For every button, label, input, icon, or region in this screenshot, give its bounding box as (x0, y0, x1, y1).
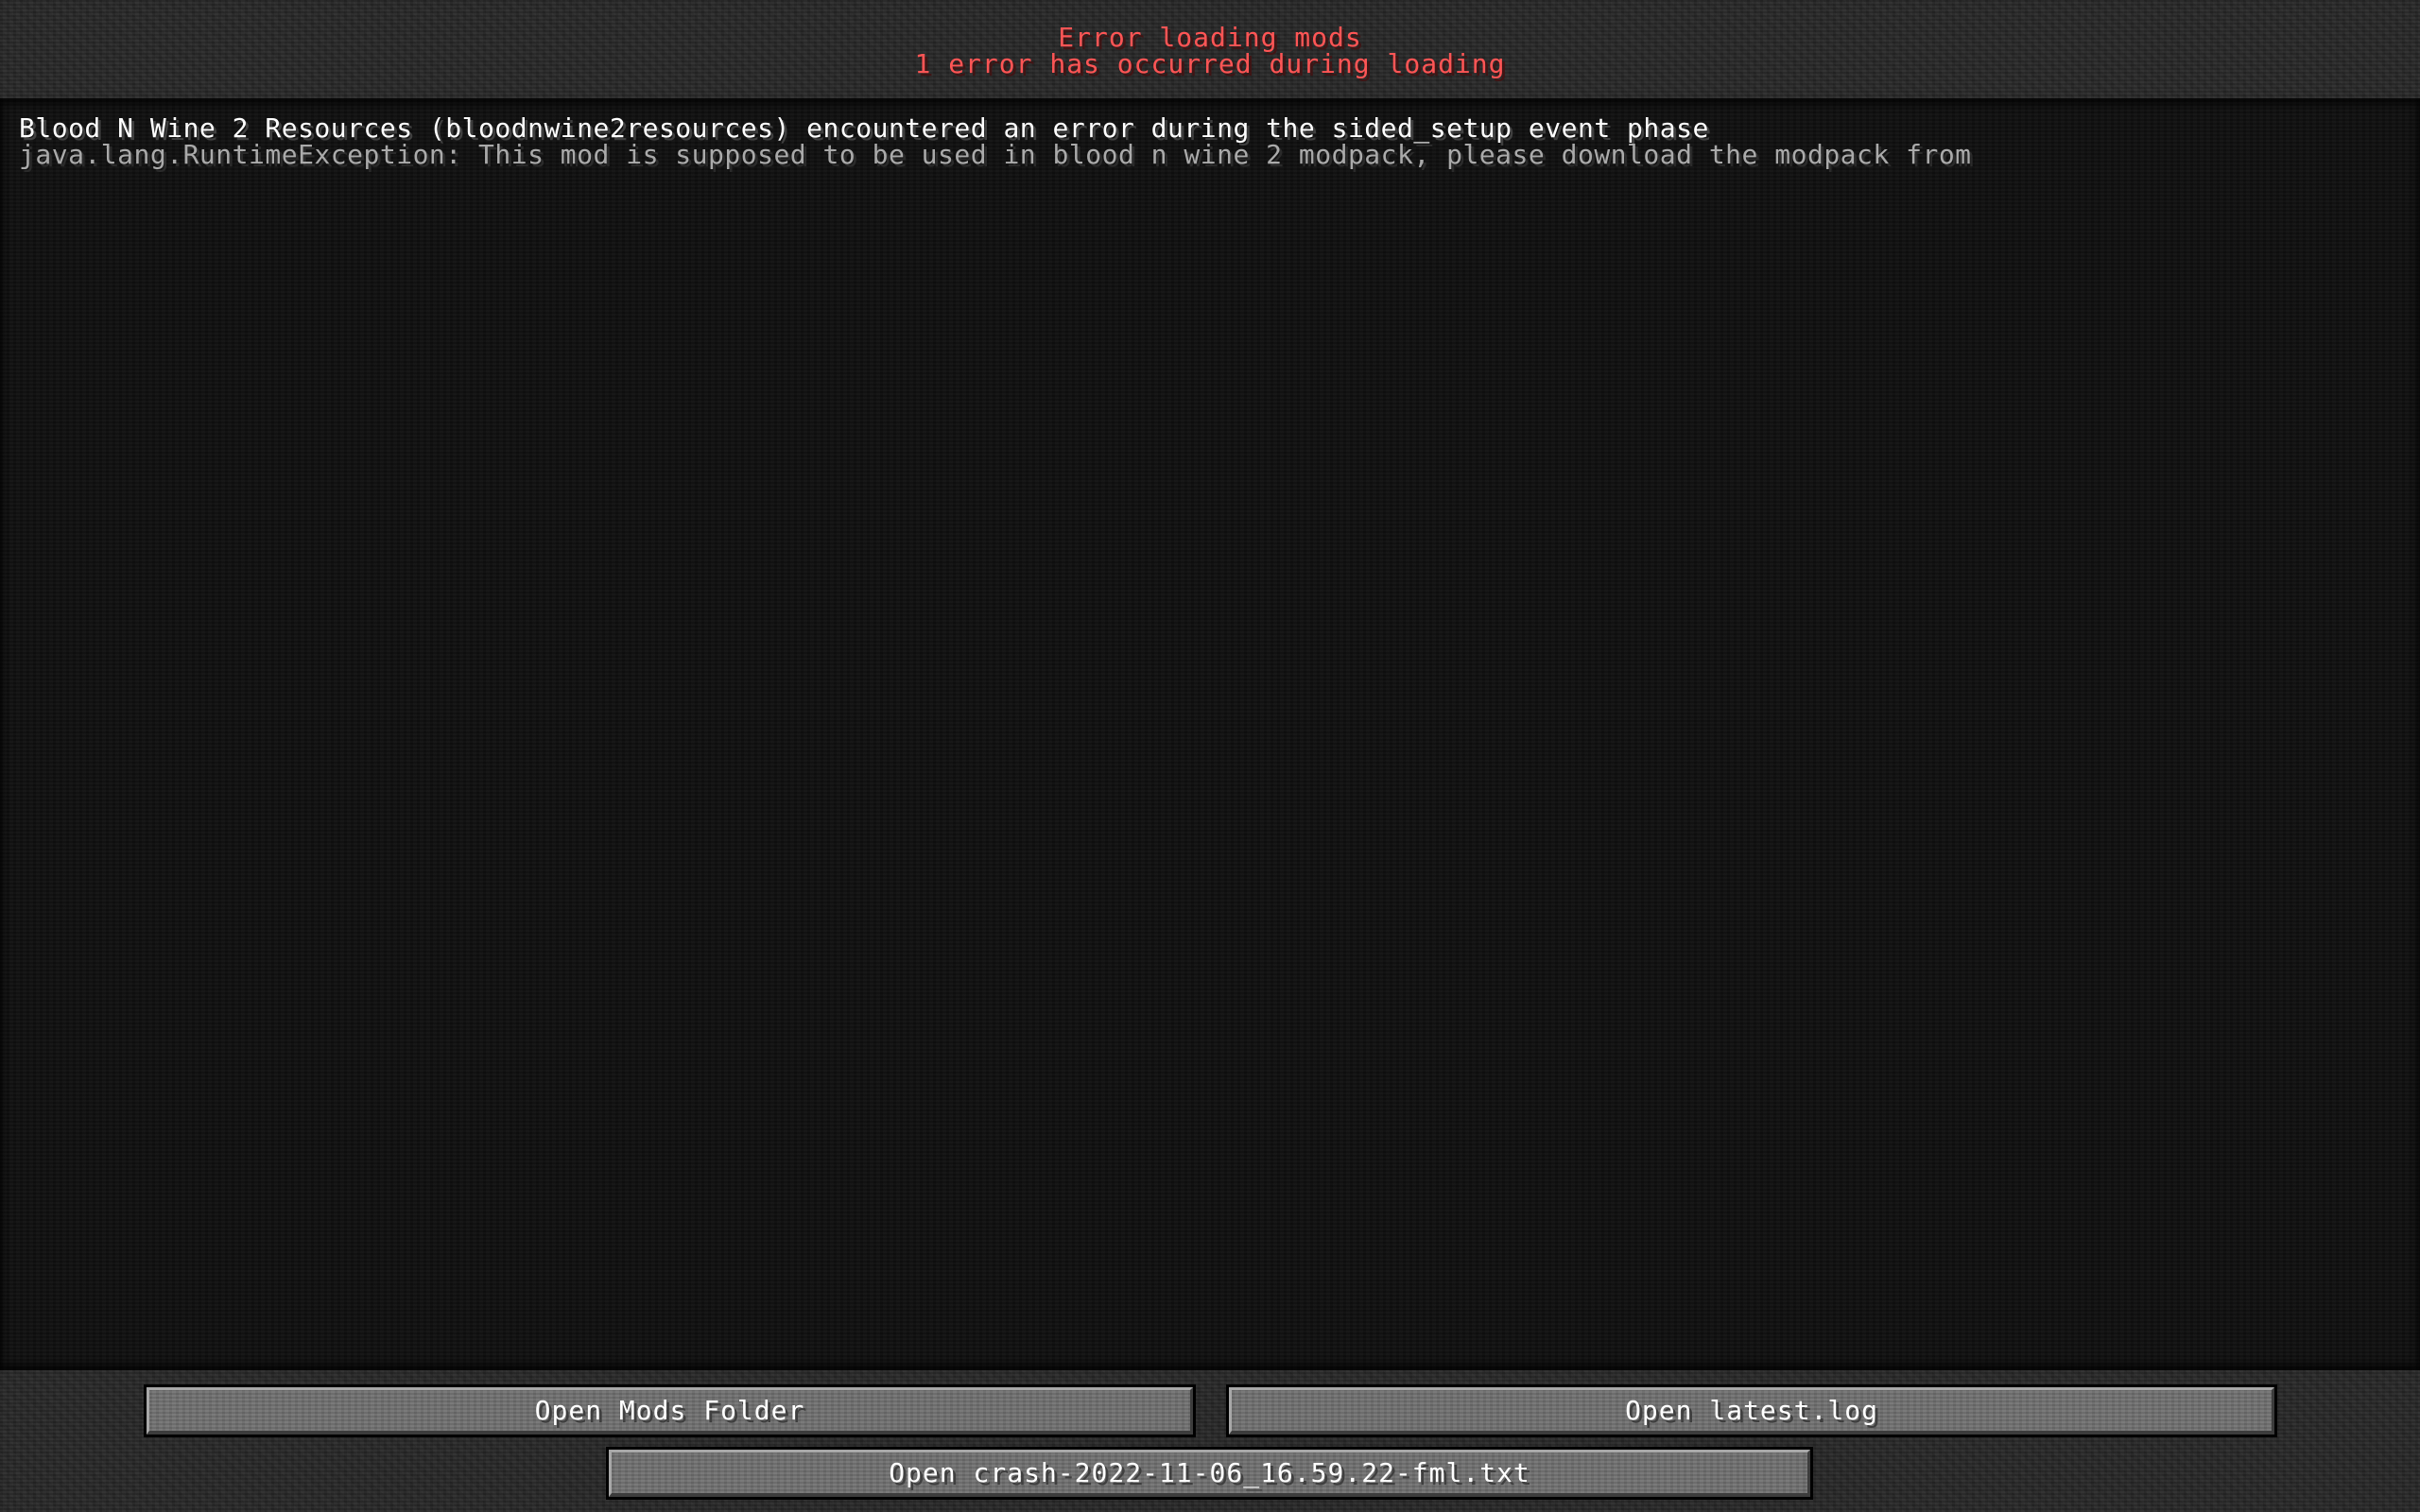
header: Error loading mods 1 error has occurred … (0, 0, 2420, 98)
page-title: Error loading mods (1058, 22, 1362, 53)
error-screen: Error loading mods 1 error has occurred … (0, 0, 2420, 1512)
log-line-exception: java.lang.RuntimeException: This mod is … (19, 139, 1972, 170)
open-crash-report-button[interactable]: Open crash-2022-11-06_16.59.22-fml.txt (606, 1447, 1813, 1500)
open-latest-log-button[interactable]: Open latest.log (1226, 1384, 2277, 1437)
footer-actions: Open Mods Folder Open latest.log Open cr… (0, 1370, 2420, 1512)
log-line-error-summary: Blood N Wine 2 Resources (bloodnwine2res… (19, 112, 1709, 144)
open-mods-folder-button[interactable]: Open Mods Folder (144, 1384, 1196, 1437)
error-log-panel[interactable]: Blood N Wine 2 Resources (bloodnwine2res… (0, 98, 2420, 1370)
error-count-subtitle: 1 error has occurred during loading (914, 48, 1506, 79)
